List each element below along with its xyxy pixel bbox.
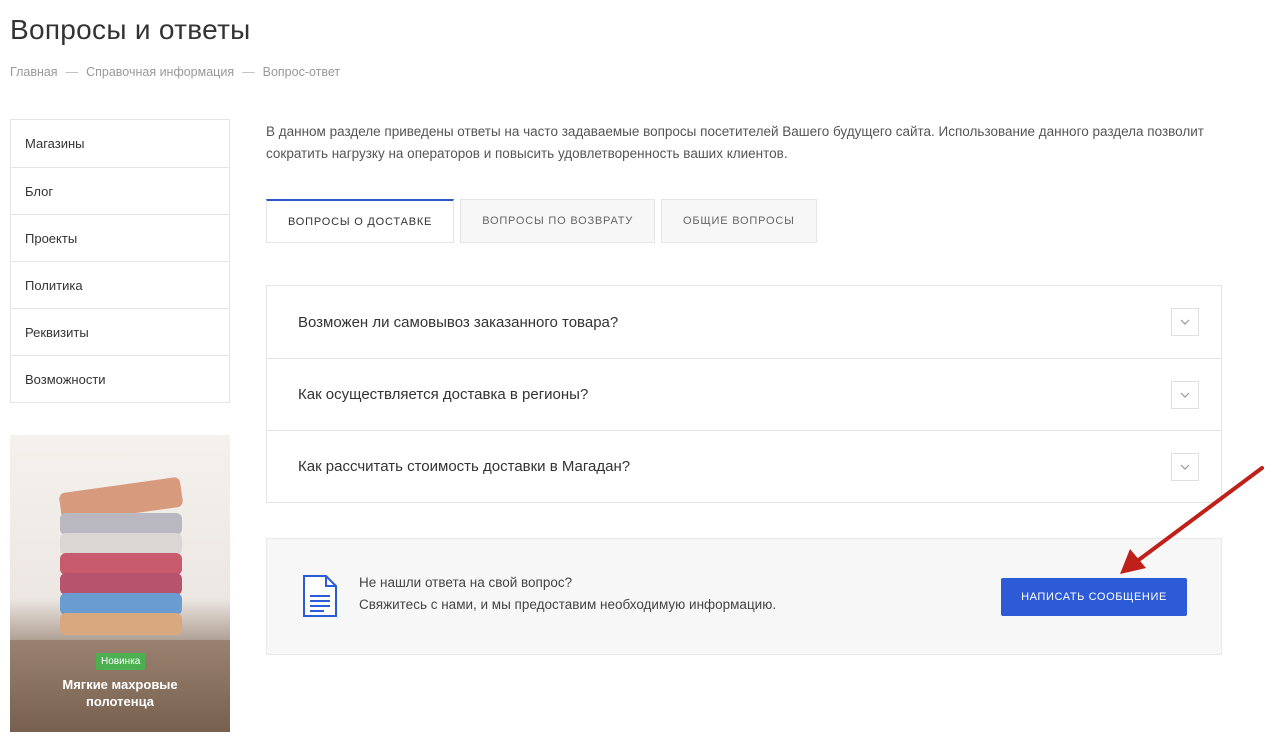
intro-text: В данном разделе приведены ответы на час… <box>266 124 1204 161</box>
sidebar-item-stores[interactable]: Магазины <box>11 120 229 167</box>
sidebar-item-requisites[interactable]: Реквизиты <box>11 308 229 355</box>
towel-layer <box>60 573 182 595</box>
sidebar-item-label: Магазины <box>25 136 85 151</box>
new-badge: Новинка <box>96 653 146 670</box>
faq-item[interactable]: Как осуществляется доставка в регионы? <box>267 358 1221 430</box>
breadcrumb-reference[interactable]: Справочная информация <box>86 65 234 79</box>
sidebar-item-blog[interactable]: Блог <box>11 167 229 214</box>
breadcrumb-current: Вопрос-ответ <box>262 65 341 79</box>
contact-block: Не нашли ответа на свой вопрос? Свяжитес… <box>266 538 1222 655</box>
breadcrumb-separator: — <box>242 65 255 79</box>
sidebar-item-policy[interactable]: Политика <box>11 261 229 308</box>
breadcrumb-home[interactable]: Главная <box>10 65 58 79</box>
contact-text: Не нашли ответа на свой вопрос? Свяжитес… <box>359 572 776 616</box>
expand-toggle[interactable] <box>1171 380 1199 409</box>
sidebar-item-projects[interactable]: Проекты <box>11 214 229 261</box>
page-title: Вопросы и ответы <box>10 14 251 45</box>
promo-caption-line: Мягкие махровые <box>62 677 178 692</box>
promo-caption-line: полотенца <box>85 694 154 709</box>
tab-general[interactable]: ОБЩИЕ ВОПРОСЫ <box>661 199 817 243</box>
expand-toggle[interactable] <box>1171 308 1199 336</box>
towel-layer <box>60 613 182 635</box>
promo-banner[interactable]: Новинка Мягкие махровые полотенца <box>10 435 230 732</box>
promo-caption: Мягкие махровые полотенца <box>10 676 230 710</box>
breadcrumb-separator: — <box>65 65 79 79</box>
faq-accordion: Возможен ли самовывоз заказанного товара… <box>266 285 1222 503</box>
sidebar-item-label: Блог <box>25 183 54 199</box>
document-icon <box>303 575 337 617</box>
faq-item[interactable]: Как рассчитать стоимость доставки в Мага… <box>267 430 1221 502</box>
faq-question: Возможен ли самовывоз заказанного товара… <box>298 313 619 331</box>
sidebar-item-label: Возможности <box>25 371 106 387</box>
chevron-down-icon <box>1180 392 1190 398</box>
sidebar-item-label: Политика <box>25 277 83 293</box>
faq-question: Как рассчитать стоимость доставки в Мага… <box>298 458 631 475</box>
sidebar-item-label: Реквизиты <box>25 324 89 340</box>
tab-returns[interactable]: ВОПРОСЫ ПО ВОЗВРАТУ <box>460 199 656 243</box>
faq-question: Как осуществляется доставка в регионы? <box>298 386 589 403</box>
towel-layer <box>60 513 182 535</box>
contact-line: Не нашли ответа на свой вопрос? <box>359 575 573 590</box>
faq-item[interactable]: Возможен ли самовывоз заказанного товара… <box>267 286 1221 358</box>
faq-tabs: ВОПРОСЫ О ДОСТАВКЕ ВОПРОСЫ ПО ВОЗВРАТУ О… <box>266 199 823 243</box>
sidebar-menu: Магазины Блог Проекты Политика Реквизиты… <box>10 119 230 403</box>
towel-layer <box>60 593 182 615</box>
breadcrumb: Главная — Справочная информация — Вопрос… <box>10 65 340 79</box>
sidebar-item-label: Проекты <box>25 230 78 246</box>
chevron-down-icon <box>1180 319 1190 325</box>
red-arrow-icon <box>1120 466 1264 574</box>
towel-layer <box>60 533 182 555</box>
sidebar-item-features[interactable]: Возможности <box>11 355 229 402</box>
contact-line: Свяжитесь с нами, и мы предоставим необх… <box>359 597 777 612</box>
tab-delivery[interactable]: ВОПРОСЫ О ДОСТАВКЕ <box>266 199 455 243</box>
towel-layer <box>60 553 182 575</box>
